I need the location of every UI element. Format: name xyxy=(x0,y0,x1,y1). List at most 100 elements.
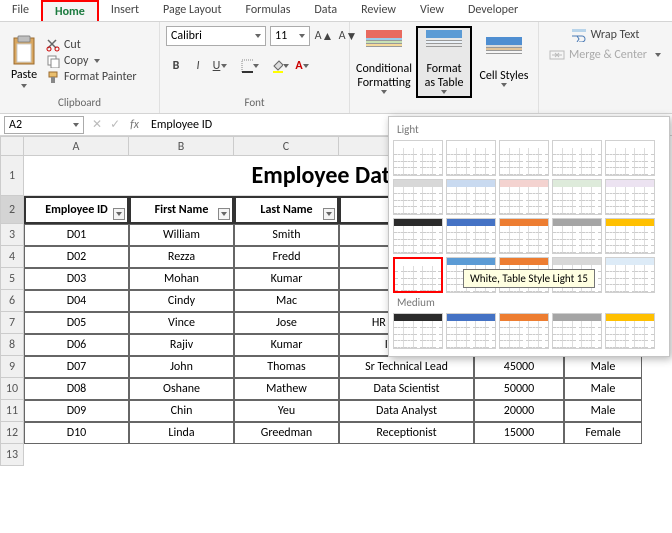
row-header-5[interactable]: 5 xyxy=(0,268,24,290)
table-style-thumb[interactable] xyxy=(446,179,496,215)
tab-view[interactable]: View xyxy=(408,0,456,21)
table-style-thumb[interactable] xyxy=(552,179,602,215)
header-cell[interactable]: First Name xyxy=(129,196,234,224)
data-cell[interactable]: D07 xyxy=(24,356,129,378)
cut-button[interactable]: Cut xyxy=(46,38,137,52)
font-size-select[interactable]: 11 xyxy=(270,26,310,46)
data-cell[interactable]: D08 xyxy=(24,378,129,400)
data-cell[interactable]: 50000 xyxy=(474,378,564,400)
data-cell[interactable]: Kumar xyxy=(234,334,339,356)
data-cell[interactable]: Data Analyst xyxy=(339,400,474,422)
name-box[interactable]: A2 xyxy=(4,116,84,134)
table-style-thumb[interactable] xyxy=(499,313,549,349)
table-style-thumb[interactable] xyxy=(446,218,496,254)
tab-home[interactable]: Home xyxy=(41,0,99,21)
table-style-thumb[interactable] xyxy=(446,140,496,176)
format-painter-button[interactable]: Format Painter xyxy=(46,70,137,84)
font-color-button[interactable]: A xyxy=(292,56,312,76)
fx-icon[interactable]: fx xyxy=(130,118,139,132)
column-header-C[interactable]: C xyxy=(234,136,339,156)
data-cell[interactable]: 45000 xyxy=(474,356,564,378)
data-cell[interactable]: D06 xyxy=(24,334,129,356)
data-cell[interactable]: Greedman xyxy=(234,422,339,444)
header-cell[interactable]: Employee ID xyxy=(24,196,129,224)
bold-button[interactable]: B xyxy=(166,56,186,76)
table-style-thumb[interactable] xyxy=(499,140,549,176)
row-header-1[interactable]: 1 xyxy=(0,156,24,196)
table-style-thumb[interactable] xyxy=(605,313,655,349)
row-header-9[interactable]: 9 xyxy=(0,356,24,378)
table-style-thumb[interactable] xyxy=(552,140,602,176)
data-cell[interactable]: John xyxy=(129,356,234,378)
row-header-10[interactable]: 10 xyxy=(0,378,24,400)
cancel-icon[interactable]: ✕ xyxy=(92,117,102,132)
data-cell[interactable]: Smith xyxy=(234,224,339,246)
data-cell[interactable]: Mac xyxy=(234,290,339,312)
data-cell[interactable]: 15000 xyxy=(474,422,564,444)
tab-data[interactable]: Data xyxy=(302,0,349,21)
filter-dropdown-icon[interactable] xyxy=(323,208,335,220)
data-cell[interactable]: D05 xyxy=(24,312,129,334)
enter-icon[interactable]: ✓ xyxy=(110,117,120,132)
data-cell[interactable]: Vince xyxy=(129,312,234,334)
table-style-thumb[interactable] xyxy=(393,313,443,349)
data-cell[interactable]: Mathew xyxy=(234,378,339,400)
conditional-formatting-button[interactable]: Conditional Formatting xyxy=(356,28,412,96)
data-cell[interactable]: Oshane xyxy=(129,378,234,400)
data-cell[interactable]: Yeu xyxy=(234,400,339,422)
increase-font-button[interactable]: A▲ xyxy=(314,26,334,46)
table-style-thumb[interactable] xyxy=(393,179,443,215)
header-cell[interactable]: Last Name xyxy=(234,196,339,224)
row-header-11[interactable]: 11 xyxy=(0,400,24,422)
row-header-4[interactable]: 4 xyxy=(0,246,24,268)
data-cell[interactable]: Data Scientist xyxy=(339,378,474,400)
underline-button[interactable]: U xyxy=(210,56,230,76)
data-cell[interactable]: D03 xyxy=(24,268,129,290)
table-style-thumb[interactable] xyxy=(393,257,443,293)
data-cell[interactable]: Male xyxy=(564,356,642,378)
column-header-B[interactable]: B xyxy=(129,136,234,156)
data-cell[interactable]: Female xyxy=(564,422,642,444)
row-header-13[interactable]: 13 xyxy=(0,444,24,466)
border-button[interactable] xyxy=(240,56,260,76)
select-all-corner[interactable] xyxy=(0,136,24,156)
row-header-8[interactable]: 8 xyxy=(0,334,24,356)
data-cell[interactable]: Rajiv xyxy=(129,334,234,356)
table-style-thumb[interactable] xyxy=(446,313,496,349)
row-header-6[interactable]: 6 xyxy=(0,290,24,312)
filter-dropdown-icon[interactable] xyxy=(218,208,230,220)
table-style-thumb[interactable] xyxy=(605,140,655,176)
data-cell[interactable]: Rezza xyxy=(129,246,234,268)
data-cell[interactable]: Linda xyxy=(129,422,234,444)
column-header-A[interactable]: A xyxy=(24,136,129,156)
data-cell[interactable]: D01 xyxy=(24,224,129,246)
data-cell[interactable]: Jose xyxy=(234,312,339,334)
table-style-thumb[interactable] xyxy=(605,218,655,254)
table-style-thumb[interactable] xyxy=(552,313,602,349)
table-style-thumb[interactable] xyxy=(605,179,655,215)
filter-dropdown-icon[interactable] xyxy=(113,208,125,220)
data-cell[interactable]: Fredd xyxy=(234,246,339,268)
tab-formulas[interactable]: Formulas xyxy=(233,0,302,21)
table-style-thumb[interactable] xyxy=(499,179,549,215)
italic-button[interactable]: I xyxy=(188,56,208,76)
data-cell[interactable]: William xyxy=(129,224,234,246)
cell-styles-button[interactable]: Cell Styles xyxy=(476,35,532,89)
data-cell[interactable]: Receptionist xyxy=(339,422,474,444)
row-header-3[interactable]: 3 xyxy=(0,224,24,246)
data-cell[interactable]: Chin xyxy=(129,400,234,422)
data-cell[interactable]: Thomas xyxy=(234,356,339,378)
row-header-7[interactable]: 7 xyxy=(0,312,24,334)
paste-button[interactable]: Paste xyxy=(6,32,42,90)
copy-button[interactable]: Copy xyxy=(46,54,137,68)
data-cell[interactable]: D02 xyxy=(24,246,129,268)
fill-color-button[interactable] xyxy=(270,56,290,76)
table-style-thumb[interactable] xyxy=(393,218,443,254)
data-cell[interactable]: Mohan xyxy=(129,268,234,290)
data-cell[interactable]: Cindy xyxy=(129,290,234,312)
tab-developer[interactable]: Developer xyxy=(456,0,530,21)
table-style-thumb[interactable] xyxy=(393,140,443,176)
row-header-12[interactable]: 12 xyxy=(0,422,24,444)
format-as-table-button[interactable]: Format as Table xyxy=(416,26,472,98)
merge-center-button[interactable]: Merge & Center xyxy=(545,46,665,64)
